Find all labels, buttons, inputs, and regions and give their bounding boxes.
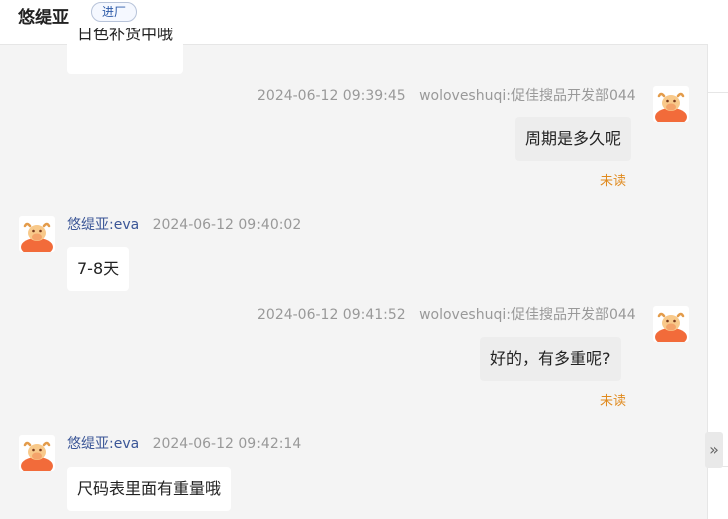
message-time: 2024-06-12 09:40:02 xyxy=(152,217,302,233)
message-text: 好的，有多重呢? xyxy=(490,349,611,368)
read-status: 未读 xyxy=(600,394,627,409)
message-meta: 2024-06-12 09:41:52 woloveshuqi:促佳搜品开发部0… xyxy=(257,305,636,325)
message-bubble: 7-8天 xyxy=(67,247,130,291)
double-chevron-right-icon[interactable]: » xyxy=(705,432,723,468)
status-badge[interactable]: 进厂 xyxy=(91,2,138,22)
message-time: 2024-06-12 09:41:52 xyxy=(257,307,406,323)
cartoon-cow-avatar-icon[interactable] xyxy=(653,86,689,122)
message-time: 2024-06-12 09:42:14 xyxy=(152,436,302,452)
message-meta: 2024-06-12 09:39:45 woloveshuqi:促佳搜品开发部0… xyxy=(257,86,636,106)
read-status: 未读 xyxy=(600,174,627,189)
cartoon-cow-avatar-icon[interactable] xyxy=(653,306,689,342)
message-meta: 悠缇亚:eva 2024-06-12 09:42:14 xyxy=(67,434,301,454)
message-bubble: 周期是多久呢 xyxy=(515,117,632,161)
message-bubble: 尺码表里面有重量哦 xyxy=(67,467,232,511)
message-meta: 悠缇亚:eva 2024-06-12 09:40:02 xyxy=(67,215,301,235)
message-sender: woloveshuqi:促佳搜品开发部044 xyxy=(419,307,636,323)
message-sender: woloveshuqi:促佳搜品开发部044 xyxy=(419,88,636,104)
message-bubble: 好的，有多重呢? xyxy=(480,337,621,381)
cartoon-cow-avatar-icon[interactable] xyxy=(19,435,55,471)
side-panel-divider xyxy=(708,92,728,93)
conversation-title: 悠缇亚 xyxy=(18,8,69,28)
message-time: 2024-06-12 09:39:45 xyxy=(257,88,406,104)
cartoon-cow-avatar-icon[interactable] xyxy=(19,216,55,252)
message-text: 7-8天 xyxy=(77,259,120,278)
message-text: 尺码表里面有重量哦 xyxy=(77,479,222,498)
message-text: 周期是多久呢 xyxy=(525,129,622,148)
message-sender[interactable]: 悠缇亚:eva xyxy=(67,436,139,452)
message-sender[interactable]: 悠缇亚:eva xyxy=(67,217,139,233)
chat-window: 悠缇亚 进厂 » 日色补货中哦 2024-06-12 09:39:45 wolo… xyxy=(0,0,728,519)
